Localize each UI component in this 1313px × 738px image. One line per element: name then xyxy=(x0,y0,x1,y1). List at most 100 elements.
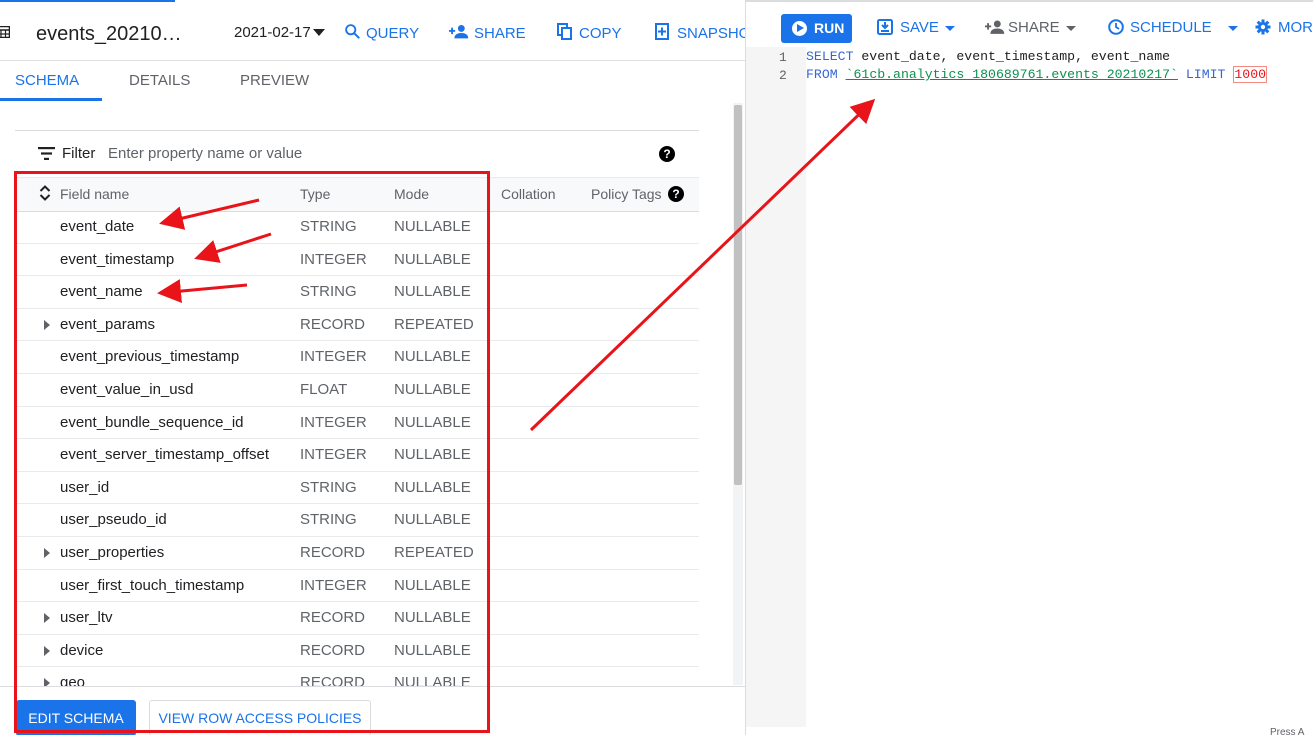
schema-row-event-timestamp[interactable]: event_timestamp INTEGER NULLABLE xyxy=(15,244,699,277)
column-mode[interactable]: Mode xyxy=(394,186,429,202)
copy-label: COPY xyxy=(579,25,622,42)
run-button[interactable]: RUN xyxy=(781,14,852,43)
schema-row-event-bundle-sequence-id[interactable]: event_bundle_sequence_id INTEGER NULLABLE xyxy=(15,407,699,440)
search-icon xyxy=(345,24,360,39)
field-type: RECORD xyxy=(300,641,366,659)
schema-row-user-pseudo-id[interactable]: user_pseudo_id STRING NULLABLE xyxy=(15,504,699,537)
tab-preview[interactable]: PREVIEW xyxy=(240,72,309,89)
keyword-from: FROM xyxy=(806,67,838,82)
field-type: INTEGER xyxy=(300,576,367,594)
field-type: STRING xyxy=(300,218,357,235)
field-mode: NULLABLE xyxy=(394,283,471,301)
field-type: INTEGER xyxy=(300,446,367,464)
save-dropdown-icon xyxy=(945,26,955,31)
policy-tags-help-icon[interactable]: ? xyxy=(668,186,684,202)
field-mode: NULLABLE xyxy=(394,576,471,594)
tab-bar: SCHEMA DETAILS PREVIEW xyxy=(0,61,745,102)
field-type: FLOAT xyxy=(300,380,348,398)
column-type[interactable]: Type xyxy=(300,186,330,202)
sort-icon[interactable] xyxy=(39,184,51,202)
table-reference[interactable]: `61cb.analytics_180689761.events_2021021… xyxy=(846,67,1178,82)
field-name: user_pseudo_id xyxy=(60,511,167,529)
schema-row-user-properties[interactable]: user_properties RECORD REPEATED xyxy=(15,537,699,570)
limit-value: 1000 xyxy=(1233,66,1268,83)
schema-row-event-date[interactable]: event_date STRING NULLABLE xyxy=(15,211,699,244)
field-mode: NULLABLE xyxy=(394,478,471,496)
date-dropdown-icon[interactable] xyxy=(313,29,325,36)
schema-row-device[interactable]: device RECORD NULLABLE xyxy=(15,635,699,668)
scrollbar-thumb[interactable] xyxy=(734,105,742,485)
save-label: SAVE xyxy=(900,19,939,36)
field-name: user_id xyxy=(60,478,110,496)
tab-schema[interactable]: SCHEMA xyxy=(15,72,79,89)
field-type: STRING xyxy=(300,511,357,529)
filter-label: Filter xyxy=(62,145,96,162)
field-mode: NULLABLE xyxy=(394,446,471,464)
expand-arrow-icon[interactable] xyxy=(44,613,50,624)
schedule-label: SCHEDULE xyxy=(1130,19,1212,36)
copy-icon xyxy=(557,23,572,40)
schema-rows: event_date STRING NULLABLE event_timestamp I… xyxy=(15,211,699,700)
date-selector[interactable]: 2021-02-17 xyxy=(234,24,311,41)
field-type: RECORD xyxy=(300,315,366,333)
field-name: device xyxy=(60,641,104,659)
schema-row-user-id[interactable]: user_id STRING NULLABLE xyxy=(15,472,699,505)
field-type: STRING xyxy=(300,478,357,496)
schedule-dropdown-icon xyxy=(1228,26,1238,31)
code-line-1: SELECT event_date, event_timestamp, even… xyxy=(806,49,1170,64)
schema-header-row: Field name Type Mode Collation Policy Ta… xyxy=(15,177,699,212)
field-name: event_value_in_usd xyxy=(60,380,194,398)
table-icon xyxy=(0,26,10,38)
save-icon xyxy=(877,19,893,35)
field-name: event_date xyxy=(60,218,135,235)
column-field-name[interactable]: Field name xyxy=(60,186,129,202)
field-mode: NULLABLE xyxy=(394,511,471,529)
tab-details[interactable]: DETAILS xyxy=(129,72,190,89)
edit-schema-button[interactable]: EDIT SCHEMA xyxy=(16,700,136,735)
schema-row-user-first-touch-timestamp[interactable]: user_first_touch_timestamp INTEGER NULLABL… xyxy=(15,570,699,603)
field-mode: NULLABLE xyxy=(394,218,471,235)
line-number: 2 xyxy=(779,68,787,83)
view-row-access-policies-button[interactable]: VIEW ROW ACCESS POLICIES xyxy=(149,700,371,735)
field-type: INTEGER xyxy=(300,250,367,268)
query-editor-panel: RUN SAVE SHARE SCHEDULE MORE 1 2 SELECT … xyxy=(746,0,1313,738)
column-collation[interactable]: Collation xyxy=(501,186,555,202)
schema-row-event-value-in-usd[interactable]: event_value_in_usd FLOAT NULLABLE xyxy=(15,374,699,407)
schema-row-event-server-timestamp-offset[interactable]: event_server_timestamp_offset INTEGER NULL… xyxy=(15,439,699,472)
expand-arrow-icon[interactable] xyxy=(44,645,50,656)
field-name: event_bundle_sequence_id xyxy=(60,413,244,431)
help-icon[interactable]: ? xyxy=(659,146,675,162)
schema-panel: events_20210… 2021-02-17 QUERY SHARE COP… xyxy=(0,0,745,735)
schema-row-user-ltv[interactable]: user_ltv RECORD NULLABLE xyxy=(15,602,699,635)
field-mode: NULLABLE xyxy=(394,609,471,627)
line-number-gutter: 1 2 xyxy=(746,47,806,727)
share-dropdown-icon xyxy=(1066,26,1076,31)
field-mode: NULLABLE xyxy=(394,413,471,431)
field-mode: NULLABLE xyxy=(394,348,471,366)
field-name: user_ltv xyxy=(60,609,113,627)
keyword-limit: LIMIT xyxy=(1185,67,1226,82)
expand-arrow-icon[interactable] xyxy=(44,547,50,558)
filter-icon xyxy=(38,147,55,160)
snapshot-icon xyxy=(655,23,669,40)
field-type: INTEGER xyxy=(300,413,367,431)
column-policy-tags[interactable]: Policy Tags xyxy=(591,186,662,202)
footer-hint: Press A xyxy=(1270,727,1305,738)
schema-row-event-name[interactable]: event_name STRING NULLABLE xyxy=(15,276,699,309)
field-name: event_name xyxy=(60,283,143,301)
snapshot-label: SNAPSHO xyxy=(677,25,745,42)
field-mode: NULLABLE xyxy=(394,250,471,268)
field-type: STRING xyxy=(300,283,357,301)
share-query-label: SHARE xyxy=(1008,19,1060,36)
field-type: RECORD xyxy=(300,609,366,627)
schema-row-event-params[interactable]: event_params RECORD REPEATED xyxy=(15,309,699,342)
schema-row-event-previous-timestamp[interactable]: event_previous_timestamp INTEGER NULLABLE xyxy=(15,341,699,374)
line-number: 1 xyxy=(779,50,787,65)
divider xyxy=(15,130,699,131)
expand-arrow-icon[interactable] xyxy=(44,319,50,330)
sql-editor[interactable]: SELECT event_date, event_timestamp, even… xyxy=(806,47,1313,727)
table-tab[interactable]: events_20210… xyxy=(0,0,182,60)
play-icon xyxy=(792,21,807,36)
field-name: user_properties xyxy=(60,543,165,561)
filter-input[interactable] xyxy=(108,145,508,162)
